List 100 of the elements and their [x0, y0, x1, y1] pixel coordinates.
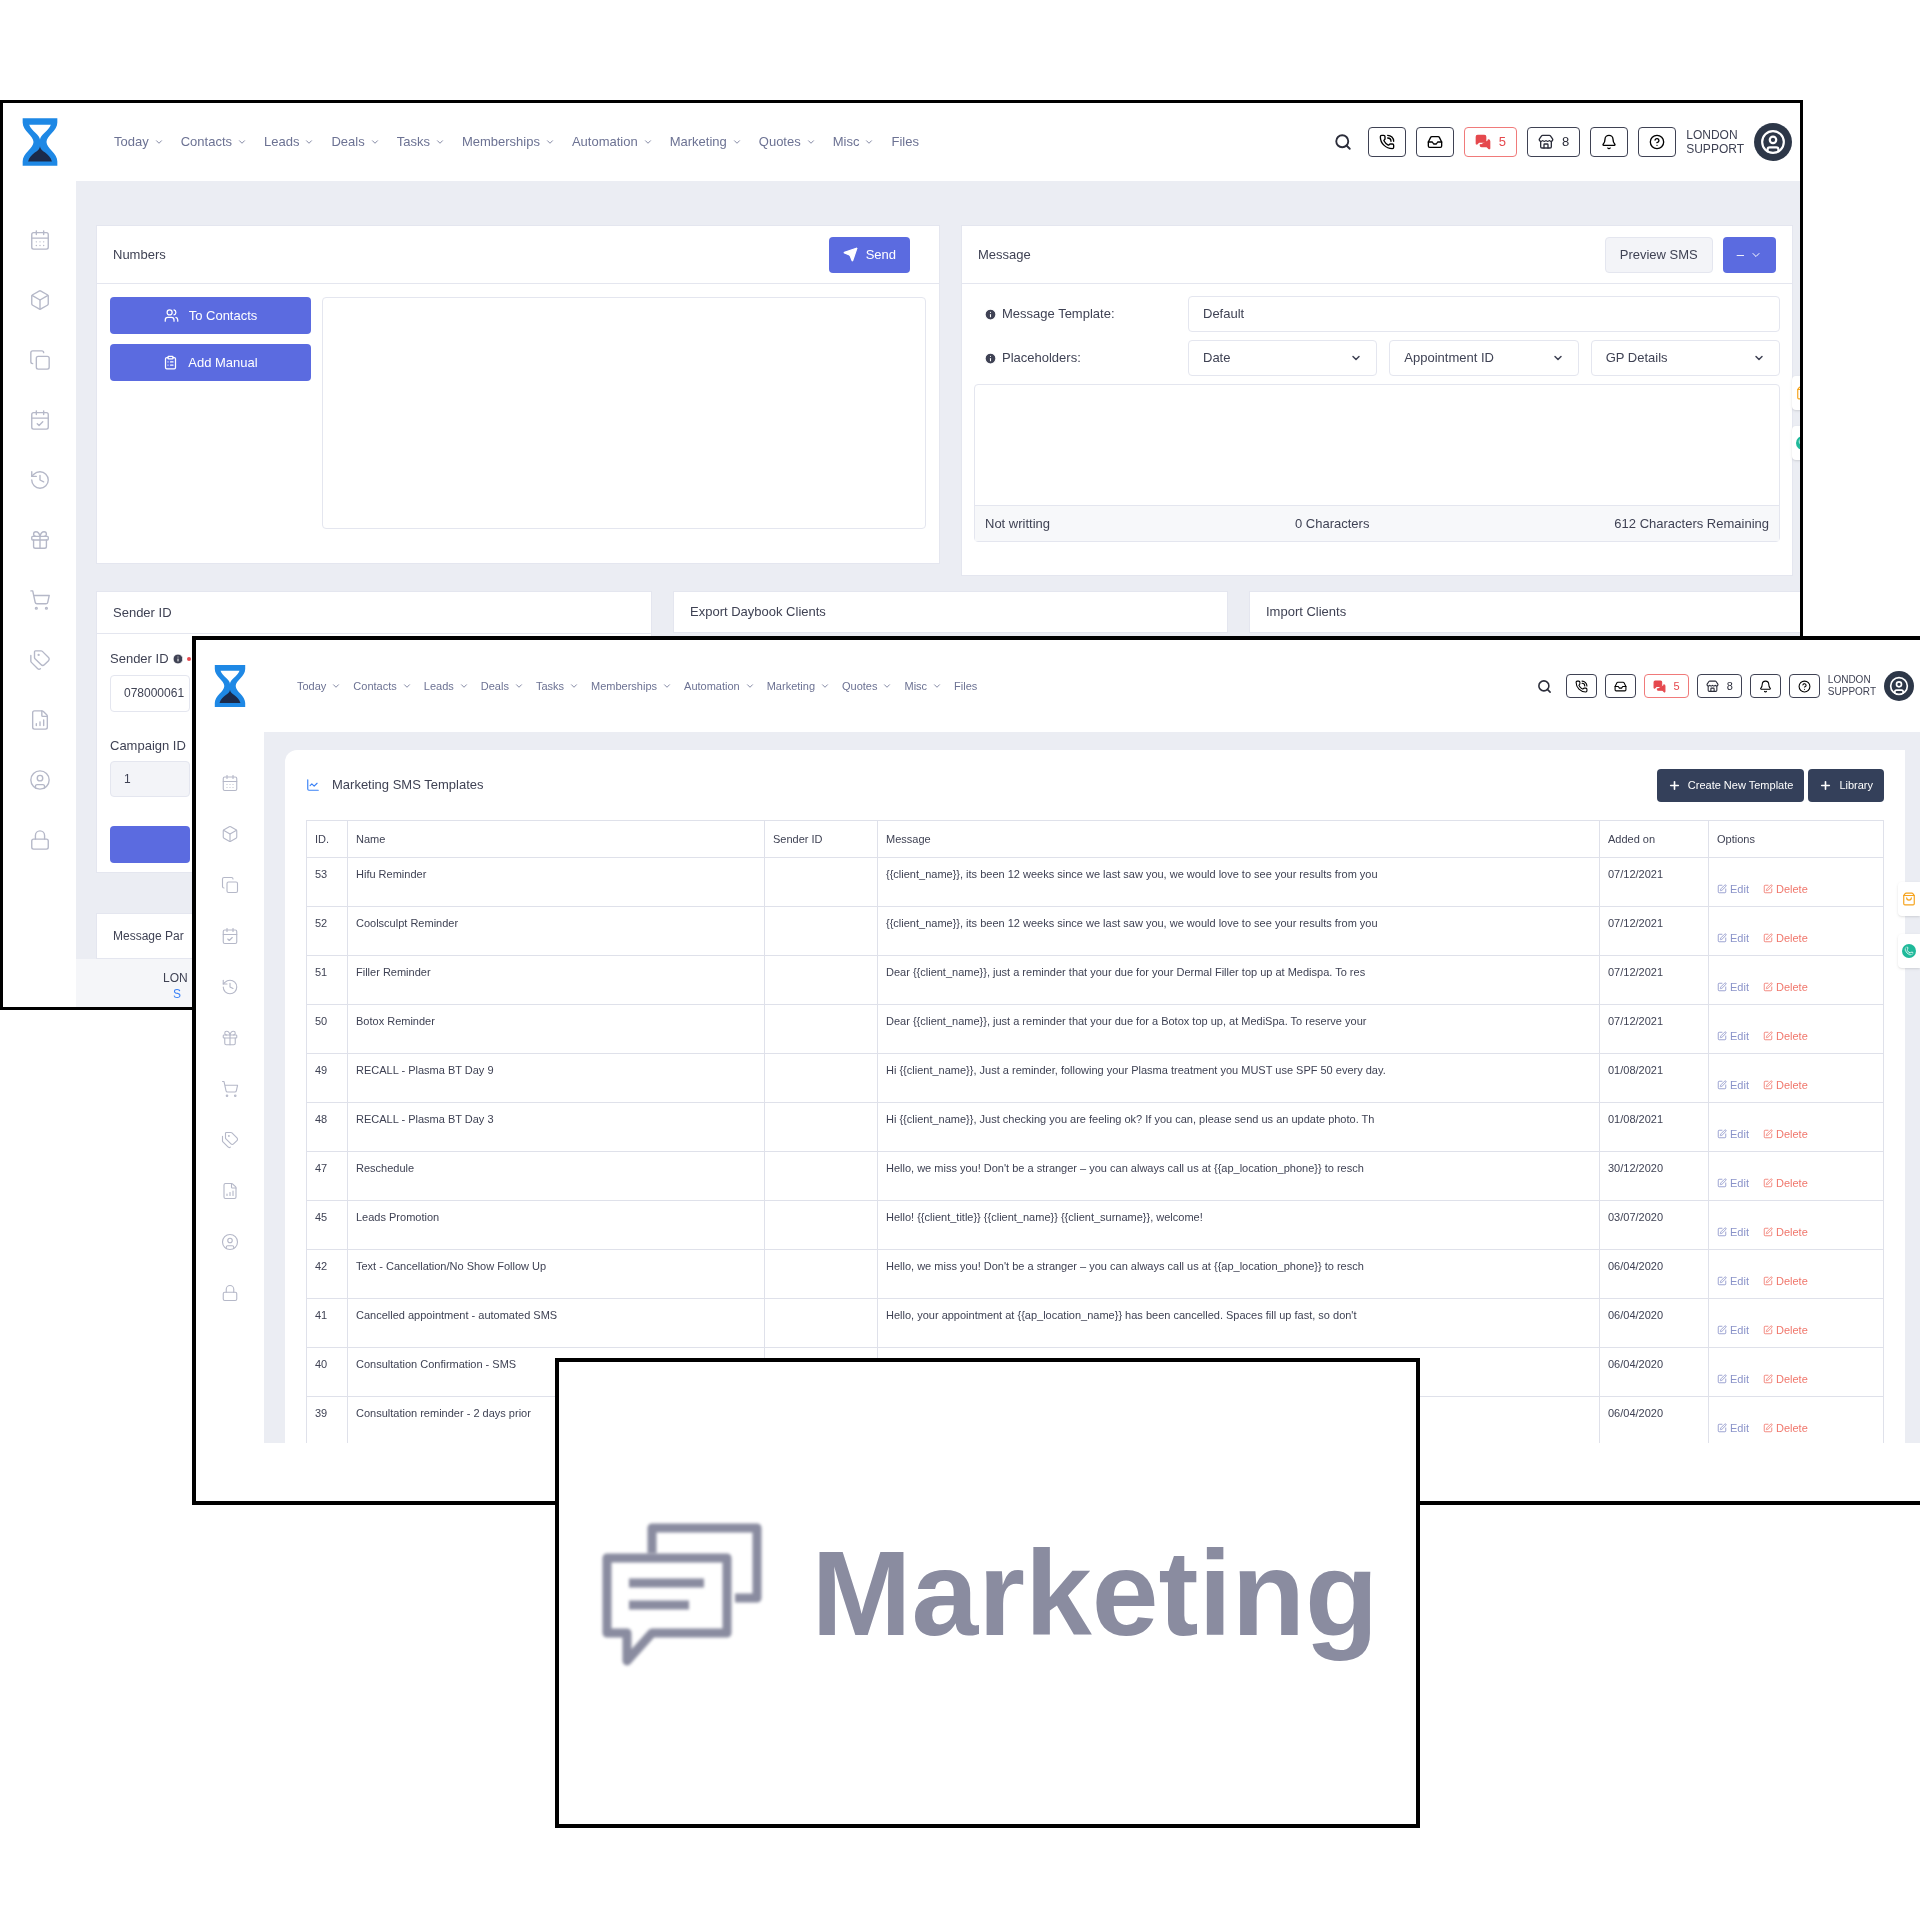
nav-menu-item[interactable]: Deals — [331, 132, 380, 152]
edit-link[interactable]: Edit — [1717, 1125, 1749, 1143]
edit-link[interactable]: Edit — [1717, 929, 1749, 947]
edit-link[interactable]: Edit — [1717, 1419, 1749, 1437]
user-circle-icon[interactable] — [221, 1233, 239, 1251]
sender-id-field[interactable]: 078000061 — [110, 674, 190, 712]
nav-menu-item[interactable]: Today — [114, 132, 164, 152]
cart-tab[interactable] — [1898, 882, 1920, 916]
nav-menu-item[interactable]: Tasks — [535, 677, 579, 695]
edit-link[interactable]: Edit — [1717, 1223, 1749, 1241]
help-button[interactable] — [1788, 674, 1820, 698]
action-button[interactable]: Add Manual — [110, 344, 311, 381]
placeholder-select[interactable]: Date — [1188, 340, 1378, 376]
cube-icon[interactable] — [221, 825, 239, 843]
edit-link[interactable]: Edit — [1717, 1076, 1749, 1094]
nav-menu-item[interactable]: Memberships — [461, 132, 555, 152]
delete-link[interactable]: Delete — [1762, 929, 1808, 947]
nav-menu-item[interactable]: Files — [954, 677, 978, 695]
nav-menu-item[interactable]: Misc — [904, 677, 943, 695]
delete-link[interactable]: Delete — [1762, 1223, 1808, 1241]
cube-icon[interactable] — [28, 289, 51, 311]
nav-menu-item[interactable]: Misc — [832, 132, 875, 152]
template-field[interactable]: Default — [1188, 296, 1780, 332]
edit-link[interactable]: Edit — [1717, 1174, 1749, 1192]
store-button[interactable]: 8 — [1526, 127, 1581, 157]
numbers-textarea[interactable] — [322, 297, 926, 529]
delete-link[interactable]: Delete — [1762, 1321, 1808, 1339]
nav-menu-item[interactable]: Today — [297, 677, 342, 695]
edit-link[interactable]: Edit — [1717, 880, 1749, 898]
edit-link[interactable]: Edit — [1717, 1272, 1749, 1290]
nav-menu-item[interactable]: Automation — [684, 677, 755, 695]
gift-icon[interactable] — [28, 529, 51, 551]
nav-menu-item[interactable]: Automation — [571, 132, 653, 152]
inbox-button[interactable] — [1415, 127, 1454, 157]
send-button[interactable]: Send — [828, 236, 910, 273]
delete-link[interactable]: Delete — [1762, 1076, 1808, 1094]
help-button[interactable] — [1638, 127, 1677, 157]
notifications-button[interactable] — [1590, 127, 1629, 157]
chat-button[interactable]: 5 — [1463, 127, 1517, 157]
delete-link[interactable]: Delete — [1762, 1174, 1808, 1192]
chat-button[interactable]: 5 — [1643, 674, 1689, 698]
user-name[interactable]: LONDON SUPPORT — [1686, 127, 1744, 157]
history-icon[interactable] — [221, 978, 239, 996]
nav-menu-item[interactable]: Tasks — [396, 132, 445, 152]
nav-menu-item[interactable]: Deals — [480, 677, 524, 695]
tags-icon[interactable] — [221, 1131, 239, 1149]
footer-link[interactable]: S — [173, 986, 181, 1003]
nav-menu-item[interactable]: Quotes — [842, 677, 893, 695]
search-icon[interactable] — [1536, 678, 1552, 694]
nav-menu-item[interactable]: Marketing — [766, 677, 830, 695]
whatsapp-tab[interactable] — [1898, 934, 1920, 968]
user-circle-icon[interactable] — [28, 769, 51, 791]
campaign-id-field[interactable]: 1 — [110, 761, 190, 797]
edit-link[interactable]: Edit — [1717, 1027, 1749, 1045]
gift-icon[interactable] — [221, 1029, 239, 1047]
menu-button[interactable]: – — [1722, 236, 1776, 273]
cart-icon[interactable] — [28, 589, 51, 611]
notifications-button[interactable] — [1749, 674, 1781, 698]
submit-button[interactable] — [110, 826, 190, 863]
nav-menu-item[interactable]: Quotes — [758, 132, 816, 152]
history-icon[interactable] — [28, 469, 51, 491]
delete-link[interactable]: Delete — [1762, 1027, 1808, 1045]
avatar[interactable] — [1884, 671, 1914, 701]
nav-menu-item[interactable]: Files — [891, 132, 919, 152]
user-name[interactable]: LONDON SUPPORT — [1827, 674, 1876, 698]
inbox-button[interactable] — [1604, 674, 1636, 698]
edit-link[interactable]: Edit — [1717, 1321, 1749, 1339]
lock-icon[interactable] — [28, 829, 51, 851]
delete-link[interactable]: Delete — [1762, 978, 1808, 996]
tags-icon[interactable] — [28, 649, 51, 671]
nav-menu-item[interactable]: Leads — [423, 677, 469, 695]
copy-icon[interactable] — [28, 349, 51, 371]
search-icon[interactable] — [1333, 133, 1352, 151]
report-icon[interactable] — [221, 1182, 239, 1200]
nav-menu-item[interactable]: Memberships — [591, 677, 673, 695]
delete-link[interactable]: Delete — [1762, 880, 1808, 898]
delete-link[interactable]: Delete — [1762, 1419, 1808, 1437]
lock-icon[interactable] — [221, 1284, 239, 1302]
placeholder-select[interactable]: GP Details — [1590, 340, 1780, 376]
copy-icon[interactable] — [221, 876, 239, 894]
store-button[interactable]: 8 — [1696, 674, 1742, 698]
delete-link[interactable]: Delete — [1762, 1125, 1808, 1143]
message-textarea[interactable]: Not writting 0 Characters 612 Characters Remaining — [974, 384, 1780, 542]
calendar-check-icon[interactable] — [221, 927, 239, 945]
action-button[interactable]: To Contacts — [110, 297, 311, 334]
calendar-icon[interactable] — [221, 774, 239, 792]
edit-link[interactable]: Edit — [1717, 978, 1749, 996]
calendar-icon[interactable] — [28, 229, 51, 251]
cart-icon[interactable] — [221, 1080, 239, 1098]
phone-button[interactable] — [1565, 674, 1597, 698]
library-button[interactable]: Library — [1808, 768, 1884, 802]
nav-menu-item[interactable]: Contacts — [353, 677, 412, 695]
delete-link[interactable]: Delete — [1762, 1370, 1808, 1388]
create-template-button[interactable]: Create New Template — [1656, 768, 1805, 802]
delete-link[interactable]: Delete — [1762, 1272, 1808, 1290]
edit-link[interactable]: Edit — [1717, 1370, 1749, 1388]
calendar-check-icon[interactable] — [28, 409, 51, 431]
avatar[interactable] — [1754, 123, 1792, 161]
nav-menu-item[interactable]: Marketing — [669, 132, 742, 152]
phone-button[interactable] — [1367, 127, 1406, 157]
